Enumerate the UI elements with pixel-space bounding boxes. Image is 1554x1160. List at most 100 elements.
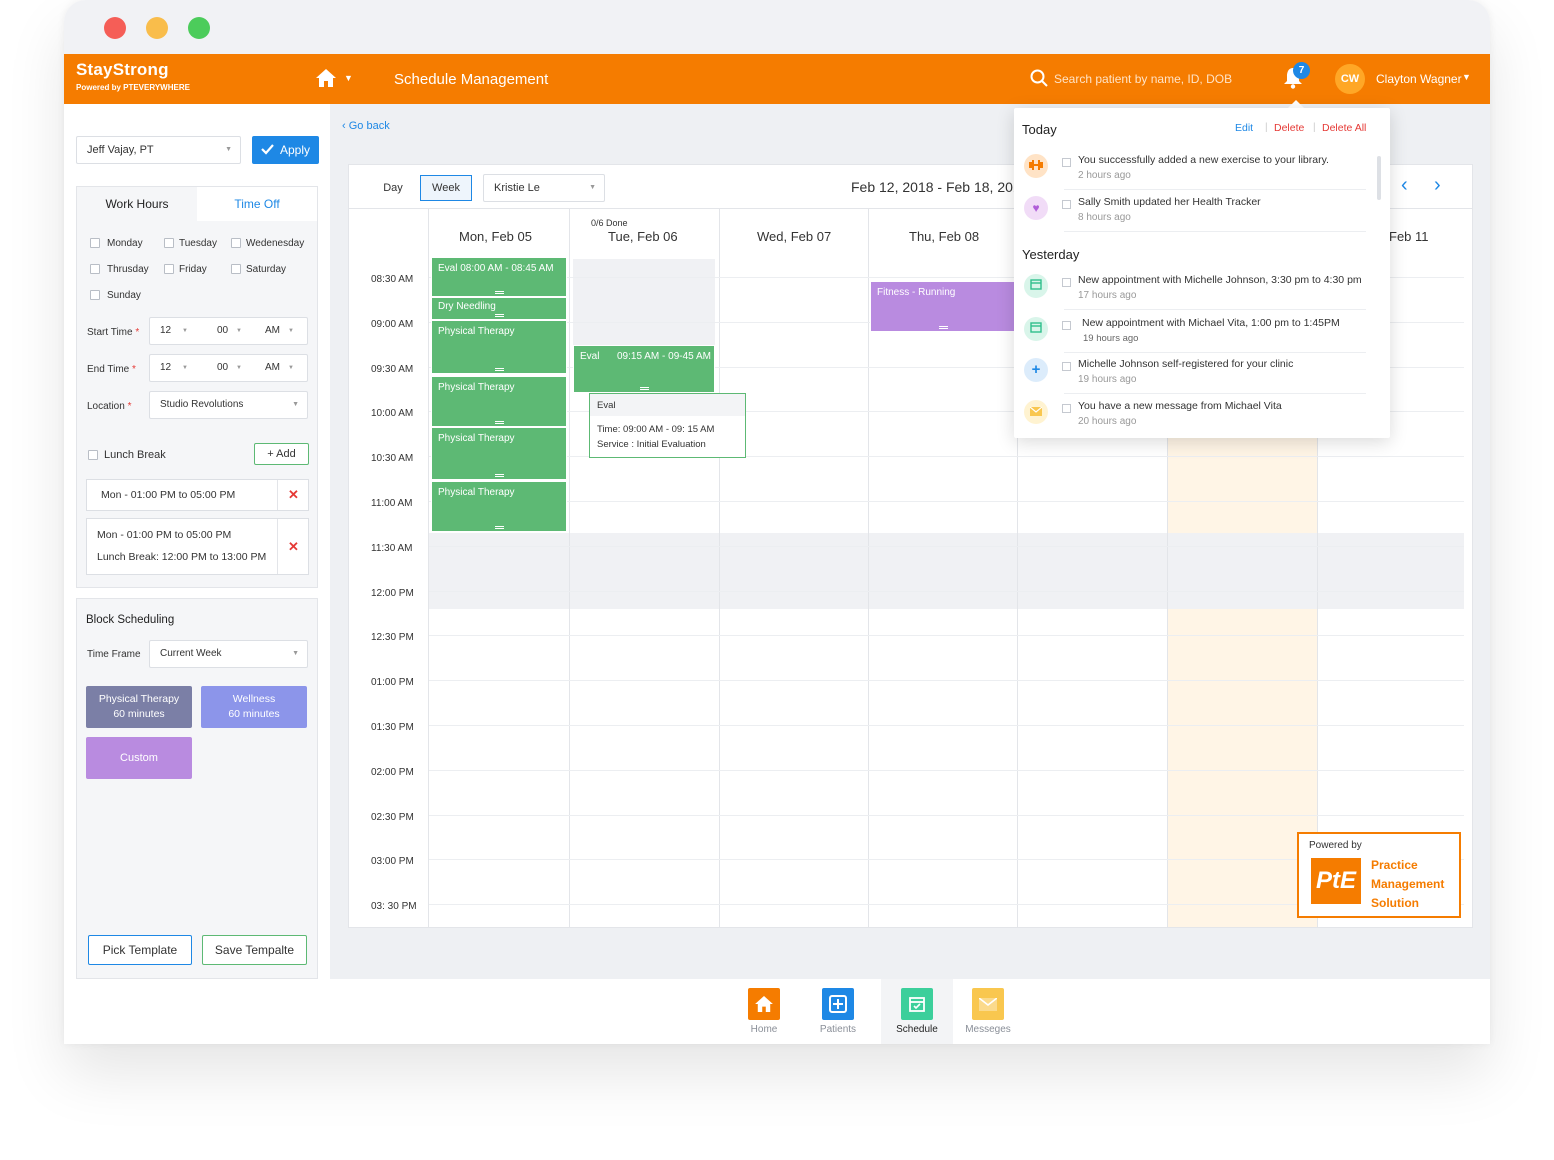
maximize-window-button[interactable] bbox=[188, 17, 210, 39]
block-custom[interactable]: Custom bbox=[86, 737, 192, 779]
event-label: Eval 08:00 AM - 08:45 AM bbox=[438, 263, 554, 274]
chevron-down-icon[interactable]: ▼ bbox=[1462, 72, 1471, 82]
friday-checkbox[interactable] bbox=[164, 264, 174, 274]
end-time-select[interactable]: 12 ▼ 00 ▼ AM ▼ bbox=[149, 354, 308, 382]
start-time-select[interactable]: 12 ▼ 00 ▼ AM ▼ bbox=[149, 317, 308, 345]
event-tooltip: Eval Time: 09:00 AM - 09: 15 AM Service … bbox=[589, 393, 746, 458]
nav-label: Home bbox=[750, 1024, 778, 1035]
location-label: Location * bbox=[87, 401, 132, 412]
day-header-mon[interactable]: Mon, Feb 05 bbox=[459, 229, 532, 244]
mail-icon bbox=[972, 988, 1004, 1020]
event-physical-therapy[interactable]: Physical Therapy bbox=[431, 320, 567, 374]
save-template-button[interactable]: Save Tempalte bbox=[202, 935, 307, 965]
notification-checkbox[interactable] bbox=[1062, 200, 1071, 209]
block-name: Wellness bbox=[232, 693, 276, 705]
lunch-break-checkbox[interactable] bbox=[88, 450, 98, 460]
time-grid-line bbox=[429, 545, 1464, 547]
nav-label: Schedule bbox=[896, 1024, 938, 1035]
notification-item[interactable]: You have a new message from Michael Vita… bbox=[1022, 396, 1378, 436]
day-header-tue[interactable]: Tue, Feb 06 bbox=[608, 229, 678, 244]
apply-button[interactable]: Apply bbox=[252, 136, 319, 164]
notification-text: You have a new message from Michael Vita bbox=[1078, 400, 1282, 412]
tab-work-hours[interactable]: Work Hours bbox=[77, 187, 197, 221]
minimize-window-button[interactable] bbox=[146, 17, 168, 39]
brand-logo[interactable]: StayStrong Powered by PTEVERYWHERE bbox=[76, 60, 190, 92]
go-back-link[interactable]: ‹ Go back bbox=[342, 120, 390, 132]
location-select[interactable]: Studio Revolutions ▼ bbox=[149, 391, 308, 419]
notification-item[interactable]: New appointment with Michael Vita, 1:00 … bbox=[1022, 313, 1378, 353]
block-physical-therapy[interactable]: Physical Therapy 60 minutes bbox=[86, 686, 192, 728]
monday-checkbox[interactable] bbox=[90, 238, 100, 248]
notification-item[interactable]: ♥ Sally Smith updated her Health Tracker… bbox=[1022, 192, 1378, 232]
event-fitness-running[interactable]: Fitness - Running bbox=[870, 281, 1016, 332]
block-scheduling-title: Block Scheduling bbox=[86, 614, 175, 626]
edit-notifications-button[interactable]: Edit bbox=[1235, 122, 1253, 134]
delete-all-notifications-button[interactable]: Delete All bbox=[1322, 122, 1366, 134]
time-frame-select[interactable]: Current Week ▼ bbox=[149, 640, 308, 668]
go-back-label: Go back bbox=[348, 120, 390, 132]
end-time-label: End Time * bbox=[87, 364, 136, 375]
view-day-button[interactable]: Day bbox=[369, 175, 417, 201]
start-ampm[interactable]: AM bbox=[265, 318, 280, 344]
nav-home[interactable]: Home bbox=[728, 979, 800, 1044]
therapist-select[interactable]: Kristie Le ▼ bbox=[483, 174, 605, 202]
notification-item[interactable]: You successfully added a new exercise to… bbox=[1022, 150, 1378, 190]
start-hour[interactable]: 12 bbox=[160, 325, 171, 336]
event-physical-therapy[interactable]: Physical Therapy bbox=[431, 427, 567, 480]
thursday-checkbox[interactable] bbox=[90, 264, 100, 274]
pick-template-button[interactable]: Pick Template bbox=[88, 935, 192, 965]
chevron-right-icon[interactable]: › bbox=[1434, 174, 1441, 197]
day-header-wed[interactable]: Wed, Feb 07 bbox=[757, 229, 831, 244]
avatar[interactable]: CW bbox=[1335, 64, 1365, 94]
view-week-button[interactable]: Week bbox=[420, 175, 472, 201]
end-minute[interactable]: 00 bbox=[217, 355, 228, 381]
notification-checkbox[interactable] bbox=[1062, 404, 1071, 413]
saturday-checkbox[interactable] bbox=[231, 264, 241, 274]
add-lunch-button[interactable]: + Add bbox=[254, 443, 309, 465]
notification-item[interactable]: New appointment with Michelle Johnson, 3… bbox=[1022, 270, 1378, 310]
nav-schedule[interactable]: Schedule bbox=[881, 979, 953, 1044]
user-name[interactable]: Clayton Wagner bbox=[1376, 72, 1462, 86]
event-dry-needling[interactable]: Dry Needling bbox=[431, 297, 567, 320]
time-slot-label: 02:30 PM bbox=[371, 811, 414, 823]
tab-time-off[interactable]: Time Off bbox=[197, 187, 317, 221]
home-icon[interactable] bbox=[316, 69, 336, 92]
nav-messages[interactable]: Messeges bbox=[952, 979, 1024, 1044]
notification-checkbox[interactable] bbox=[1062, 278, 1071, 287]
heart-icon: ♥ bbox=[1024, 196, 1048, 220]
close-icon[interactable]: ✕ bbox=[288, 539, 299, 555]
tuesday-checkbox[interactable] bbox=[164, 238, 174, 248]
schedule-entry-lunch: Lunch Break: 12:00 PM to 13:00 PM bbox=[97, 551, 267, 563]
search-icon[interactable] bbox=[1030, 69, 1048, 92]
end-ampm[interactable]: AM bbox=[265, 355, 280, 381]
notification-checkbox[interactable] bbox=[1062, 321, 1071, 330]
pte-tagline: Practice Management Solution bbox=[1371, 858, 1445, 910]
day-header-sun[interactable]: Feb 11 bbox=[1389, 229, 1429, 244]
block-wellness[interactable]: Wellness 60 minutes bbox=[201, 686, 307, 728]
notification-checkbox[interactable] bbox=[1062, 362, 1071, 371]
page-title: Schedule Management bbox=[394, 71, 549, 88]
wednesday-checkbox[interactable] bbox=[231, 238, 241, 248]
day-header-thu[interactable]: Thu, Feb 08 bbox=[909, 229, 979, 244]
location-value: Studio Revolutions bbox=[160, 399, 244, 410]
sunday-label: Sunday bbox=[107, 290, 141, 301]
thursday-label: Thrusday bbox=[107, 264, 149, 275]
close-icon[interactable]: ✕ bbox=[288, 487, 299, 503]
close-window-button[interactable] bbox=[104, 17, 126, 39]
delete-notification-button[interactable]: Delete bbox=[1274, 122, 1304, 134]
chevron-left-icon[interactable]: ‹ bbox=[1401, 174, 1408, 197]
notification-checkbox[interactable] bbox=[1062, 158, 1071, 167]
provider-select[interactable]: Jeff Vajay, PT ▼ bbox=[76, 136, 241, 164]
event-physical-therapy[interactable]: Physical Therapy bbox=[431, 376, 567, 427]
nav-patients[interactable]: Patients bbox=[802, 979, 874, 1044]
patient-search-input[interactable] bbox=[1054, 67, 1264, 91]
event-eval[interactable]: Eval 08:00 AM - 08:45 AM bbox=[431, 257, 567, 297]
event-physical-therapy[interactable]: Physical Therapy bbox=[431, 481, 567, 532]
sunday-checkbox[interactable] bbox=[90, 290, 100, 300]
event-eval[interactable]: Eval 09:15 AM - 09-45 AM bbox=[573, 345, 715, 393]
start-minute[interactable]: 00 bbox=[217, 318, 228, 344]
pte-logo: PtE bbox=[1311, 858, 1361, 904]
notification-item[interactable]: + Michelle Johnson self-registered for y… bbox=[1022, 354, 1378, 394]
chevron-down-icon[interactable]: ▼ bbox=[344, 73, 353, 83]
end-hour[interactable]: 12 bbox=[160, 362, 171, 373]
